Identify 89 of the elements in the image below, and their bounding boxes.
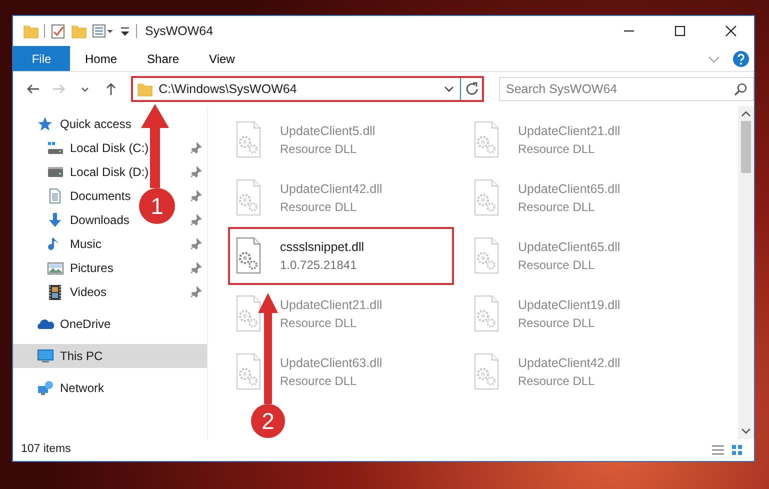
file-description: Resource DLL xyxy=(518,315,596,332)
file-name: UpdateClient42.dll xyxy=(280,180,382,198)
file-description: Resource DLL xyxy=(280,199,358,216)
item-label: Pictures xyxy=(70,260,114,277)
item-label: Local Disk (C:) xyxy=(70,140,149,157)
item-label: Downloads xyxy=(70,212,130,229)
address-bar[interactable]: C:\Windows\SysWOW64 xyxy=(130,76,484,102)
item-count: 107 items xyxy=(21,442,71,458)
item-label: This PC xyxy=(60,348,103,365)
scrollbar-thumb[interactable] xyxy=(741,121,751,173)
ribbon-tab[interactable]: Share xyxy=(132,46,194,71)
file-description: Resource DLL xyxy=(518,199,596,216)
star-icon xyxy=(37,116,54,132)
number-badge: 1 xyxy=(139,188,175,224)
sidebar-item[interactable]: Pictures xyxy=(13,256,118,280)
file-item[interactable]: cssslsnippet.dll 1.0.725.21841 xyxy=(228,227,454,285)
file-name: UpdateClient65.dll xyxy=(518,180,620,198)
address-path: C:\Windows\SysWOW64 xyxy=(158,80,298,98)
file-description: Resource DLL xyxy=(518,141,596,158)
folder-icon xyxy=(136,81,155,97)
scroll-up-icon[interactable] xyxy=(741,111,751,117)
window-title: SysWOW64 xyxy=(145,22,214,40)
item-label: Local Disk (D:) xyxy=(70,164,149,181)
file-item[interactable]: UpdateClient21.dll Resource DLL xyxy=(466,111,692,169)
file-item[interactable]: UpdateClient65.dll Resource DLL xyxy=(466,227,692,285)
file-name: UpdateClient63.dll xyxy=(280,354,382,372)
help-icon[interactable] xyxy=(732,50,750,68)
down-arrow-icon xyxy=(47,212,64,228)
file-item[interactable]: UpdateClient65.dll Resource DLL xyxy=(466,169,692,227)
item-label: Quick access xyxy=(60,116,132,133)
pin-icon[interactable] xyxy=(190,214,202,226)
view-options-icon[interactable] xyxy=(92,23,114,39)
network-icon xyxy=(37,380,54,396)
item-label: Documents xyxy=(70,188,131,205)
file-description: Resource DLL xyxy=(280,373,358,390)
sidebar-item[interactable]: Music xyxy=(13,232,106,256)
file-name: UpdateClient19.dll xyxy=(518,296,620,314)
file-item[interactable]: UpdateClient19.dll Resource DLL xyxy=(466,285,692,343)
sidebar-item[interactable]: Documents xyxy=(13,184,135,208)
pin-icon[interactable] xyxy=(190,190,202,202)
file-item[interactable]: UpdateClient63.dll Resource DLL xyxy=(228,343,454,401)
scroll-down-icon[interactable] xyxy=(741,428,751,434)
file-name: cssslsnippet.dll xyxy=(280,238,364,256)
file-item[interactable]: UpdateClient42.dll Resource DLL xyxy=(466,343,692,401)
file-name: UpdateClient21.dll xyxy=(518,122,620,140)
pin-icon[interactable] xyxy=(190,166,202,178)
sidebar-item[interactable]: Local Disk (C:) xyxy=(13,136,153,160)
file-name: UpdateClient42.dll xyxy=(518,354,620,372)
drive-icon xyxy=(47,164,64,180)
sidebar-item[interactable]: OneDrive xyxy=(13,312,207,336)
file-description: Resource DLL xyxy=(518,373,596,390)
file-description: Resource DLL xyxy=(518,257,596,274)
drive-icon xyxy=(47,140,64,156)
search-field[interactable]: Search SysWOW64 xyxy=(498,77,754,101)
pin-icon[interactable] xyxy=(190,286,202,298)
sidebar-item[interactable]: Network xyxy=(13,376,207,400)
file-name: UpdateClient21.dll xyxy=(280,296,382,314)
sidebar-item[interactable]: Videos xyxy=(13,280,110,304)
file-item[interactable]: UpdateClient5.dll Resource DLL xyxy=(228,111,454,169)
item-label: OneDrive xyxy=(60,316,111,333)
film-icon xyxy=(47,284,64,300)
ribbon-tab[interactable]: View xyxy=(194,46,250,71)
sidebar-item[interactable]: Local Disk (D:) xyxy=(13,160,153,184)
item-label: Network xyxy=(60,380,104,397)
maximize-icon[interactable] xyxy=(672,23,688,39)
file-item[interactable]: UpdateClient21.dll Resource DLL xyxy=(228,285,454,343)
sidebar-item[interactable]: This PC xyxy=(13,344,207,368)
file-menu-button[interactable]: File xyxy=(13,46,70,71)
number-badge: 2 xyxy=(251,404,285,438)
file-description: Resource DLL xyxy=(280,141,358,158)
monitor-icon xyxy=(37,348,54,364)
pin-icon[interactable] xyxy=(190,238,202,250)
details-view-icon[interactable] xyxy=(710,443,726,457)
file-description: Resource DLL xyxy=(280,315,358,332)
vertical-scrollbar[interactable] xyxy=(738,106,754,439)
close-icon[interactable] xyxy=(723,23,739,39)
item-label: Music xyxy=(70,236,102,253)
pin-icon[interactable] xyxy=(190,142,202,154)
file-name: UpdateClient65.dll xyxy=(518,238,620,256)
sidebar-item[interactable]: Downloads xyxy=(13,208,134,232)
sidebar-item[interactable]: Quick access xyxy=(13,112,207,136)
file-item[interactable]: UpdateClient42.dll Resource DLL xyxy=(228,169,454,227)
pin-icon[interactable] xyxy=(190,262,202,274)
properties-icon[interactable] xyxy=(50,23,66,39)
picture-icon xyxy=(47,260,64,276)
item-label: Videos xyxy=(70,284,106,301)
file-description: 1.0.725.21841 xyxy=(280,257,358,274)
ribbon-tab[interactable]: Home xyxy=(70,46,132,71)
file-name: UpdateClient5.dll xyxy=(280,122,376,140)
